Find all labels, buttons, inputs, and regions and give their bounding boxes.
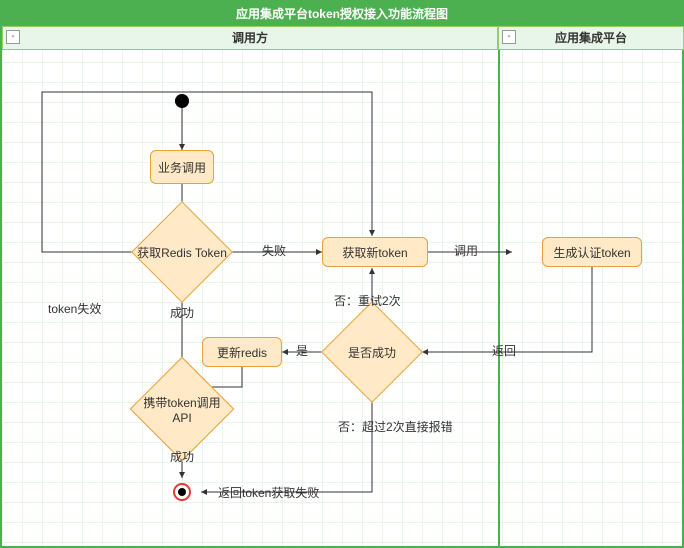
node-call-api: 携带token调用API [132, 387, 232, 431]
label-call: 调用 [454, 242, 478, 259]
node-label: 生成认证token [553, 244, 630, 261]
label-return-fail: 返回token获取失败 [218, 484, 319, 501]
lane-header-right: 应用集成平台 [498, 26, 684, 50]
node-get-new: 获取新token [322, 237, 428, 267]
node-get-redis: 获取Redis Token [132, 230, 232, 274]
edges-layer [2, 2, 682, 546]
node-gen-auth: 生成认证token [542, 237, 642, 267]
node-label: 业务调用 [158, 159, 206, 176]
label-retry: 否：重试2次 [334, 292, 401, 309]
end-node [173, 483, 191, 501]
node-label: 携带token调用API [132, 387, 232, 431]
label-token-expired: token失效 [48, 300, 101, 317]
start-node [175, 94, 189, 108]
node-label: 更新redis [217, 344, 267, 361]
node-update-redis: 更新redis [202, 337, 282, 367]
diagram-title: 应用集成平台token授权接入功能流程图 [2, 2, 682, 26]
node-biz-call: 业务调用 [150, 150, 214, 184]
collapse-right[interactable]: - [502, 30, 516, 44]
label-over2: 否：超过2次直接报错 [338, 418, 453, 435]
edge-return [422, 267, 592, 352]
node-label: 获取新token [342, 244, 407, 261]
label-yes: 是 [296, 342, 308, 359]
lane-divider [498, 50, 500, 546]
label-success1: 成功 [170, 304, 194, 321]
node-label: 是否成功 [322, 330, 422, 374]
node-is-success: 是否成功 [322, 330, 422, 374]
flowchart-canvas: 应用集成平台token授权接入功能流程图 调用方 应用集成平台 - - 业务调用 [0, 0, 684, 548]
lane-header-left: 调用方 [2, 26, 498, 50]
collapse-left[interactable]: - [6, 30, 20, 44]
label-return: 返回 [492, 342, 516, 359]
label-fail: 失败 [262, 242, 286, 259]
node-label: 获取Redis Token [132, 230, 232, 274]
label-success2: 成功 [170, 448, 194, 465]
